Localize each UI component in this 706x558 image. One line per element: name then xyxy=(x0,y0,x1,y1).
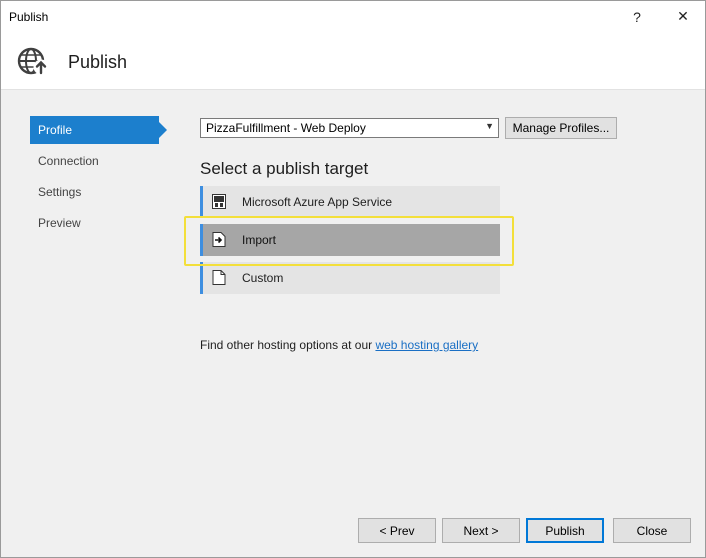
title-bar: Publish ? ✕ xyxy=(1,1,705,32)
close-label: Close xyxy=(636,523,668,538)
nav-item-settings[interactable]: Settings xyxy=(30,178,170,206)
next-button[interactable]: Next > xyxy=(442,518,520,543)
wizard-nav: Profile Connection Settings Preview xyxy=(30,116,170,240)
nav-item-connection[interactable]: Connection xyxy=(30,147,170,175)
prev-label: < Prev xyxy=(379,523,415,538)
dialog-header: Publish xyxy=(1,32,705,90)
target-azure-app-service[interactable]: Microsoft Azure App Service xyxy=(200,186,500,218)
selection-highlight xyxy=(184,216,514,266)
nav-item-label: Profile xyxy=(38,123,73,137)
next-label: Next > xyxy=(463,523,499,538)
nav-item-profile[interactable]: Profile xyxy=(30,116,167,144)
publish-dialog: Publish ? ✕ Publish Profile Connection S… xyxy=(0,0,706,558)
close-icon: ✕ xyxy=(677,8,689,24)
manage-profiles-button[interactable]: Manage Profiles... xyxy=(505,117,617,139)
nav-item-label: Preview xyxy=(38,216,81,230)
web-hosting-gallery-link[interactable]: web hosting gallery xyxy=(375,338,478,352)
globe-publish-icon xyxy=(17,47,49,75)
manage-profiles-label: Manage Profiles... xyxy=(512,121,610,135)
target-custom[interactable]: Custom xyxy=(200,262,500,294)
close-window-button[interactable]: ✕ xyxy=(663,1,703,32)
publish-button[interactable]: Publish xyxy=(526,518,604,543)
help-button[interactable]: ? xyxy=(617,1,657,32)
nav-item-preview[interactable]: Preview xyxy=(30,209,170,237)
help-icon: ? xyxy=(633,8,641,25)
nav-item-label: Connection xyxy=(38,154,99,168)
prev-button[interactable]: < Prev xyxy=(358,518,436,543)
page-title: Publish xyxy=(68,52,128,72)
document-icon xyxy=(212,270,226,285)
nav-item-label: Settings xyxy=(38,185,82,199)
azure-app-service-icon xyxy=(212,194,226,209)
window-title: Publish xyxy=(9,10,49,24)
chevron-down-icon: ▼ xyxy=(485,121,494,131)
publish-target-heading: Select a publish target xyxy=(200,159,369,178)
profile-dropdown-value: PizzaFulfillment - Web Deploy xyxy=(206,121,366,135)
target-label: Microsoft Azure App Service xyxy=(242,195,393,209)
target-label: Custom xyxy=(242,271,284,285)
publish-label: Publish xyxy=(545,523,585,538)
hosting-options-text: Find other hosting options at our web ho… xyxy=(200,338,478,352)
profile-dropdown[interactable]: PizzaFulfillment - Web Deploy ▼ xyxy=(200,118,499,138)
hosting-prefix: Find other hosting options at our xyxy=(200,338,373,352)
close-button[interactable]: Close xyxy=(613,518,691,543)
